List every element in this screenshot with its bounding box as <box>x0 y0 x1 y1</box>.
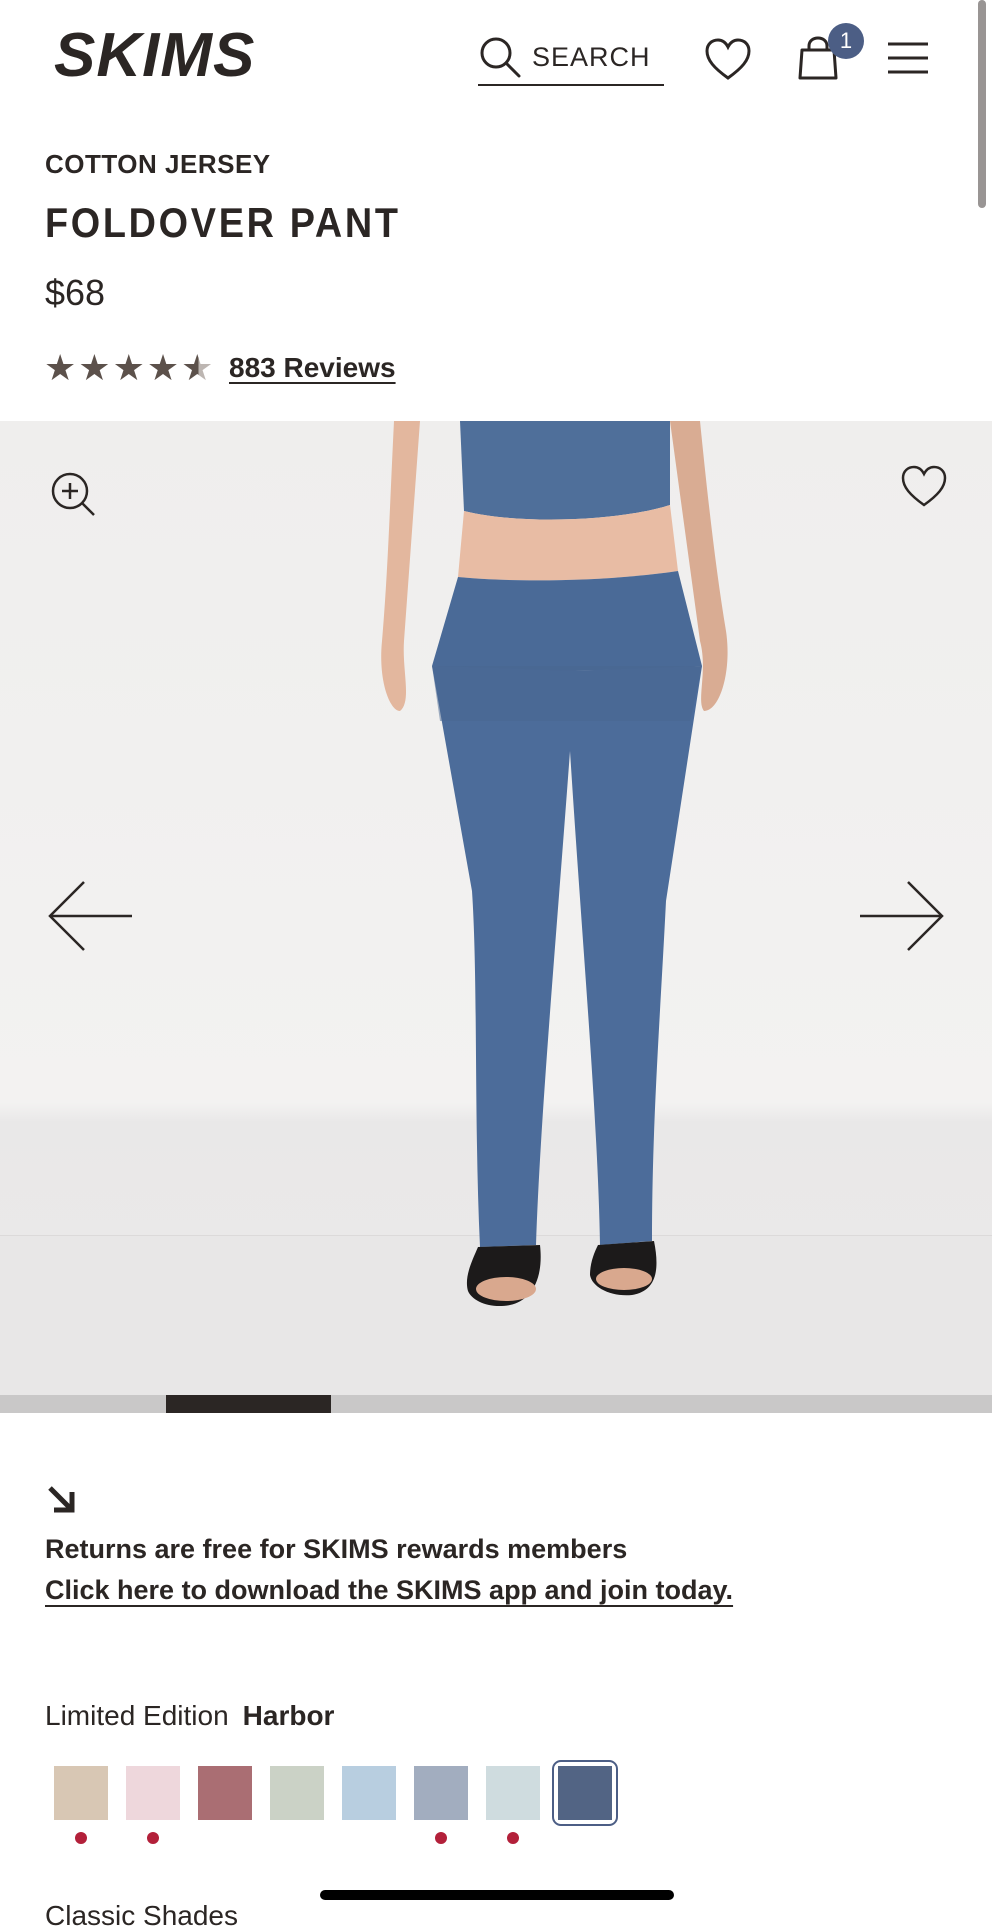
arrow-left-icon <box>48 881 132 951</box>
low-stock-dot <box>75 1832 87 1844</box>
reviews-link[interactable]: 883 Reviews <box>229 352 396 384</box>
product-title: FOLDOVER PANT <box>45 199 401 246</box>
download-app-link[interactable]: Click here to download the SKIMS app and… <box>45 1575 733 1606</box>
color-swatch-3[interactable] <box>198 1766 252 1820</box>
low-stock-dot <box>147 1832 159 1844</box>
returns-message: Returns are free for SKIMS rewards membe… <box>45 1534 628 1564</box>
wishlist-button[interactable] <box>704 38 752 82</box>
swatch-color <box>558 1766 612 1820</box>
low-stock-dot <box>507 1832 519 1844</box>
swatch-color <box>414 1766 468 1820</box>
page-scrollbar[interactable] <box>978 0 986 208</box>
image-wishlist-button[interactable] <box>900 465 948 514</box>
arrow-right-icon <box>860 881 944 951</box>
search-label: SEARCH <box>532 41 651 72</box>
star-icon: ★ <box>44 347 77 388</box>
star-icon: ★ <box>146 347 180 388</box>
site-header: SKIMS SEARCH 1 <box>0 0 992 115</box>
half-star-icon: ★ <box>181 347 214 388</box>
search-bar[interactable]: SEARCH <box>478 30 664 86</box>
next-image-button[interactable] <box>858 879 946 958</box>
swatch-color <box>126 1766 180 1820</box>
gallery-progress-bar[interactable] <box>0 1395 992 1413</box>
color-swatch-5[interactable] <box>342 1766 396 1820</box>
menu-button[interactable] <box>886 40 930 76</box>
color-selector-label: Limited Edition Harbor <box>45 1700 334 1732</box>
home-indicator <box>320 1890 674 1900</box>
previous-image-button[interactable] <box>46 879 134 958</box>
swatch-color <box>54 1766 108 1820</box>
color-swatches <box>54 1760 618 1844</box>
color-swatch-2[interactable] <box>126 1766 180 1844</box>
heart-icon <box>705 38 751 80</box>
hamburger-menu-icon <box>888 42 928 74</box>
skims-logo[interactable]: SKIMS <box>54 24 276 84</box>
product-image <box>381 421 728 1307</box>
bag-count-badge: 1 <box>828 23 864 59</box>
classic-shades-label: Classic Shades <box>45 1900 238 1931</box>
color-swatch-7[interactable] <box>486 1766 540 1844</box>
heart-icon <box>901 465 947 507</box>
star-icon: ★ <box>78 347 111 388</box>
color-swatch-4[interactable] <box>270 1766 324 1820</box>
color-swatch-8[interactable] <box>552 1760 618 1826</box>
zoom-button[interactable] <box>50 471 98 524</box>
color-edition-label: Limited Edition <box>45 1700 229 1731</box>
low-stock-dot <box>435 1832 447 1844</box>
product-image-gallery[interactable] <box>0 421 992 1395</box>
swatch-color <box>198 1766 252 1820</box>
swatch-color <box>270 1766 324 1820</box>
star-icon: ★ <box>112 347 145 388</box>
color-swatch-1[interactable] <box>54 1766 108 1844</box>
product-collection: COTTON JERSEY <box>45 149 271 179</box>
color-swatch-6[interactable] <box>414 1766 468 1844</box>
svg-text:SKIMS: SKIMS <box>54 24 255 84</box>
rating-stars[interactable]: ★ ★ ★ ★ ★ <box>44 350 213 386</box>
search-icon <box>480 37 521 78</box>
arrow-down-right-icon <box>46 1484 76 1519</box>
swatch-color <box>342 1766 396 1820</box>
selected-color-name: Harbor <box>242 1700 335 1731</box>
zoom-in-icon <box>51 472 95 516</box>
swatch-color <box>486 1766 540 1820</box>
product-price: $68 <box>45 272 106 313</box>
gallery-progress-indicator <box>165 1395 332 1413</box>
